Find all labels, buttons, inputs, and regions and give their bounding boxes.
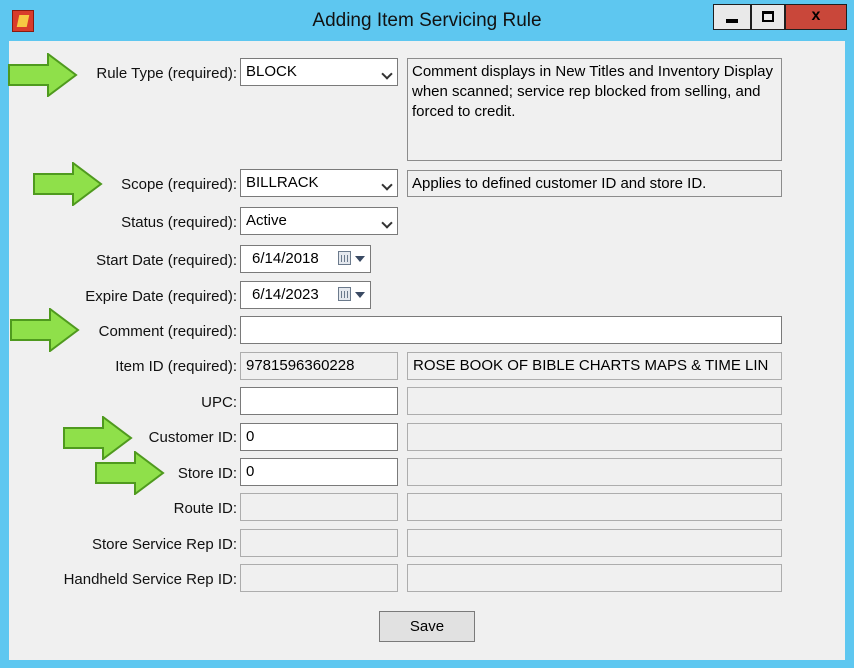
scope-description: Applies to defined customer ID and store… <box>407 170 782 197</box>
calendar-icon <box>338 287 351 301</box>
store-description-field <box>407 458 782 486</box>
maximize-icon <box>762 11 774 22</box>
annotation-arrow-rule-type <box>8 53 78 97</box>
dialog-window: Adding Item Servicing Rule x Rule Type (… <box>0 0 854 668</box>
expire-date-value: 6/14/2023 <box>252 286 319 303</box>
annotation-arrow-comment <box>10 308 80 352</box>
save-button[interactable]: Save <box>379 611 475 642</box>
form-panel: Rule Type (required): BLOCK Comment disp… <box>9 41 845 660</box>
maximize-button[interactable] <box>751 4 785 30</box>
annotation-arrow-scope <box>33 162 103 206</box>
store-service-rep-id-label: Store Service Rep ID: <box>91 536 237 553</box>
minimize-icon <box>726 19 738 23</box>
comment-input[interactable] <box>240 316 782 344</box>
route-description-field <box>407 493 782 521</box>
route-id-label: Route ID: <box>173 500 237 517</box>
store-service-rep-id-field <box>240 529 398 557</box>
handheld-service-rep-id-field <box>240 564 398 592</box>
expire-date-dropdown[interactable] <box>338 287 366 303</box>
status-label: Status (required): <box>121 214 237 231</box>
expire-date-label: Expire Date (required): <box>85 288 237 305</box>
handheld-service-rep-description-field <box>407 564 782 592</box>
handheld-service-rep-id-label: Handheld Service Rep ID: <box>63 571 237 588</box>
customer-description-field <box>407 423 782 451</box>
upc-description-field <box>407 387 782 415</box>
route-id-field <box>240 493 398 521</box>
status-select[interactable]: Active <box>240 207 398 235</box>
title-bar: Adding Item Servicing Rule x <box>0 0 854 40</box>
start-date-dropdown[interactable] <box>338 251 366 267</box>
start-date-picker[interactable]: 6/14/2018 <box>240 245 371 273</box>
minimize-button[interactable] <box>713 4 751 30</box>
expire-date-picker[interactable]: 6/14/2023 <box>240 281 371 309</box>
scope-select[interactable]: BILLRACK <box>240 169 398 197</box>
upc-input[interactable] <box>240 387 398 415</box>
item-id-label: Item ID (required): <box>115 358 237 375</box>
start-date-value: 6/14/2018 <box>252 250 319 267</box>
customer-id-input[interactable]: 0 <box>240 423 398 451</box>
upc-label: UPC: <box>201 394 237 411</box>
rule-type-select[interactable]: BLOCK <box>240 58 398 86</box>
calendar-icon <box>338 251 351 265</box>
caret-down-icon <box>355 292 365 298</box>
close-button[interactable]: x <box>785 4 847 30</box>
store-id-input[interactable]: 0 <box>240 458 398 486</box>
store-service-rep-description-field <box>407 529 782 557</box>
rule-type-description: Comment displays in New Titles and Inven… <box>407 58 782 161</box>
annotation-arrow-store-id <box>95 451 165 495</box>
start-date-label: Start Date (required): <box>96 252 237 269</box>
caret-down-icon <box>355 256 365 262</box>
item-title-field: ROSE BOOK OF BIBLE CHARTS MAPS & TIME LI… <box>407 352 782 380</box>
item-id-field: 9781596360228 <box>240 352 398 380</box>
